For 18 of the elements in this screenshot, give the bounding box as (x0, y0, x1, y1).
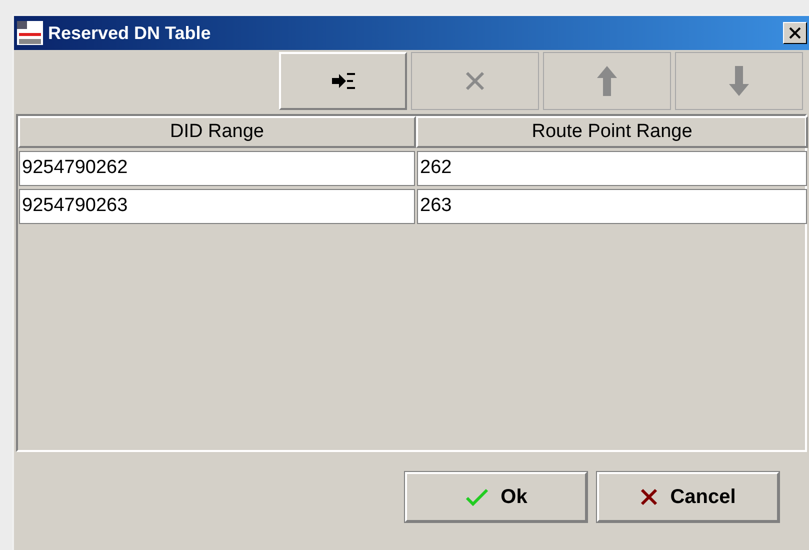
close-icon (789, 27, 801, 39)
check-icon (464, 488, 489, 506)
table-cell: 9254790263 (19, 189, 415, 224)
window-title: Reserved DN Table (48, 22, 212, 44)
app-icon (16, 20, 44, 46)
table-cell: 263 (417, 189, 807, 224)
ok-button[interactable]: Ok (405, 472, 587, 522)
cross-icon (640, 488, 658, 506)
table-cell: 262 (417, 151, 807, 186)
close-button[interactable] (783, 22, 807, 44)
column-header[interactable]: Route Point Range (416, 116, 808, 148)
cancel-button[interactable]: Cancel (597, 472, 779, 522)
column-header[interactable]: DID Range (18, 116, 416, 148)
insert-icon (330, 70, 356, 92)
close-icon (464, 70, 486, 92)
arrow-down-icon (728, 65, 750, 97)
arrow-up-icon (596, 65, 618, 97)
table-cell: 9254790262 (19, 151, 415, 186)
